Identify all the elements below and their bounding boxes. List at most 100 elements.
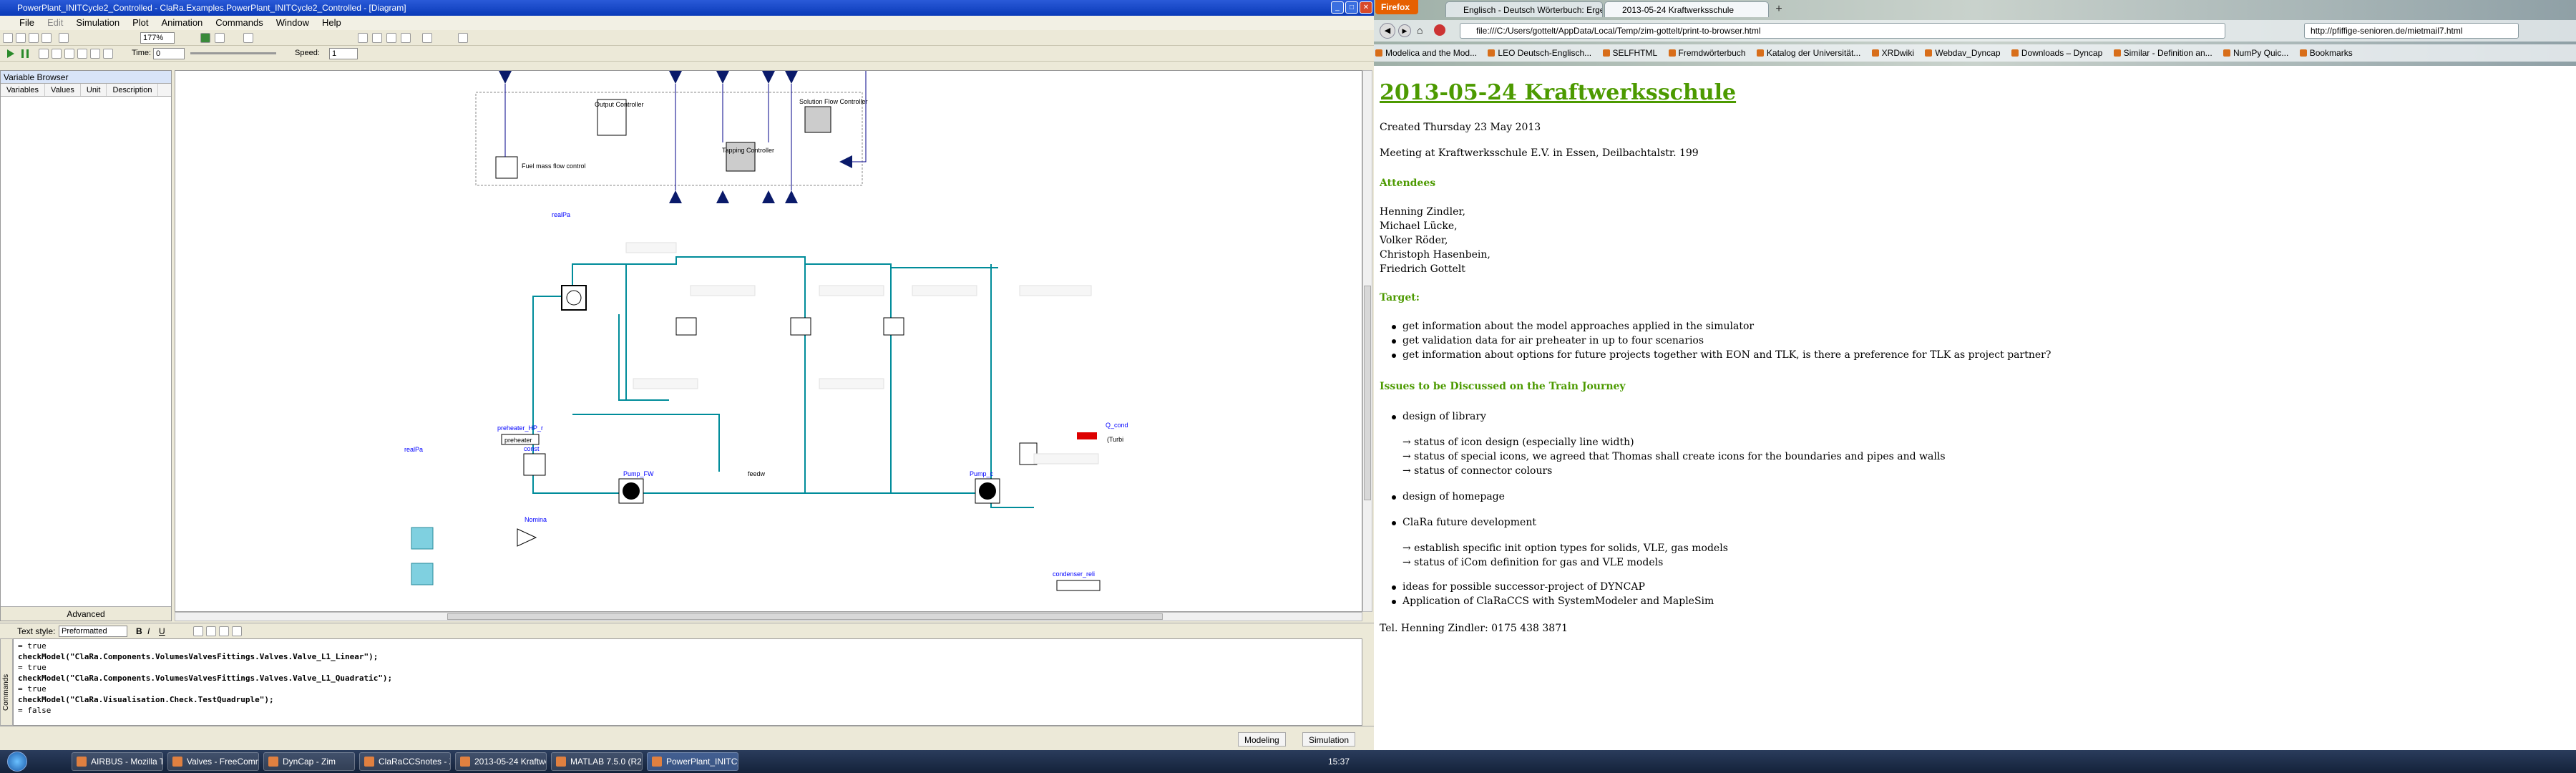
new-icon[interactable] (3, 33, 13, 43)
rectangle-icon[interactable] (358, 33, 368, 43)
menu-edit[interactable]: Edit (41, 16, 69, 30)
commands-panel-tab[interactable]: Commands (0, 638, 13, 726)
taskbar-item[interactable]: 2013-05-24 Kraftwerk... (455, 752, 547, 771)
tab-kraftwerksschule[interactable]: 2013-05-24 Kraftwerksschule (1604, 1, 1769, 17)
signal-triangle-10 (839, 155, 852, 168)
pause-icon[interactable] (21, 49, 29, 58)
step-forward-icon[interactable] (77, 49, 87, 59)
bookmark-item[interactable]: Similar - Definition an... (2112, 44, 2220, 62)
bold-button[interactable]: B (136, 623, 142, 639)
advanced-button[interactable]: Advanced (1, 606, 171, 621)
menu-file[interactable]: File (13, 16, 41, 30)
url-bar[interactable]: file:///C:/Users/gottelt/AppData/Local/T… (1460, 23, 2225, 39)
back-icon[interactable]: ◀ (1380, 23, 1395, 39)
col-unit[interactable]: Unit (81, 84, 107, 96)
play-icon[interactable] (7, 49, 14, 58)
menu-help[interactable]: Help (316, 16, 348, 30)
bookmark-item[interactable]: SELFHTML (1601, 44, 1665, 62)
simulate-icon[interactable] (215, 33, 225, 43)
label-feedw: feedw (748, 470, 766, 477)
taskbar-item[interactable]: PowerPlant_INITCyc... (647, 752, 738, 771)
time-input[interactable]: 0 (153, 48, 185, 59)
speed-input[interactable]: 1 (329, 48, 358, 59)
log-line: = true (18, 641, 47, 651)
stop-icon[interactable] (243, 33, 253, 43)
bookmark-item[interactable]: Bookmarks (2298, 44, 2360, 62)
bookmark-item[interactable]: Katalog der Universität... (1755, 44, 1868, 62)
back-icon[interactable] (52, 49, 62, 59)
col-variables[interactable]: Variables (1, 84, 46, 96)
menu-animation[interactable]: Animation (155, 16, 209, 30)
step-back-icon[interactable] (64, 49, 74, 59)
bookmark-item[interactable]: Downloads – Dyncap (2010, 44, 2109, 62)
close-button[interactable]: ✕ (1360, 1, 1372, 14)
align-left-icon[interactable] (193, 626, 203, 636)
page-title[interactable]: 2013-05-24 Kraftwerksschule (1380, 80, 1736, 105)
start-button[interactable] (7, 752, 27, 772)
modeling-mode-button[interactable]: Modeling (1238, 732, 1286, 747)
menu-plot[interactable]: Plot (126, 16, 155, 30)
rewind-icon[interactable] (39, 49, 49, 59)
underline-button[interactable]: U (159, 623, 165, 639)
check-icon[interactable] (200, 33, 210, 43)
new-tab-icon[interactable]: + (1772, 3, 1786, 16)
bookmark-item[interactable]: Modelica and the Mod... (1374, 44, 1484, 62)
diagram-canvas[interactable]: Output Controller Solution Flow Controll… (175, 70, 1362, 612)
simulation-mode-button[interactable]: Simulation (1302, 732, 1356, 747)
text-style-select[interactable]: Preformatted (59, 626, 127, 637)
polygon-icon[interactable] (386, 33, 396, 43)
horizontal-scrollbar[interactable] (175, 612, 1362, 621)
issue-item: ClaRa future development (1392, 517, 1536, 528)
save-icon[interactable] (29, 33, 39, 43)
align-right-icon[interactable] (219, 626, 229, 636)
zoom-select[interactable]: 177% (140, 32, 175, 44)
home-icon[interactable]: ⌂ (1417, 24, 1423, 36)
taskbar-item[interactable]: ClaRaCCSnotes - Zim (359, 752, 451, 771)
bookmark-item[interactable]: NumPy Quic... (2222, 44, 2296, 62)
time-slider[interactable] (190, 52, 276, 54)
minimize-button[interactable]: _ (1331, 1, 1344, 14)
col-description[interactable]: Description (107, 84, 159, 96)
vertical-scrollbar[interactable] (1362, 70, 1372, 612)
forward-icon[interactable]: ▶ (1398, 24, 1411, 37)
firefox-menu-button[interactable]: Firefox (1375, 0, 1418, 14)
page-content: 2013-05-24 Kraftwerksschule Created Thur… (1374, 66, 2576, 750)
align-center-icon[interactable] (206, 626, 216, 636)
taskbar-item[interactable]: MATLAB 7.5.0 (R200... (551, 752, 643, 771)
align-justify-icon[interactable] (232, 626, 242, 636)
taskbar-item[interactable]: Valves - FreeComma... (167, 752, 259, 771)
bookmark-item[interactable]: LEO Deutsch-Englisch... (1486, 44, 1599, 62)
mode-bar: Modeling Simulation (0, 726, 1374, 750)
tab-dictionary[interactable]: Englisch - Deutsch Wörterbuch: Erge... (1445, 1, 1603, 17)
taskbar-item[interactable]: AIRBUS - Mozilla Th... (72, 752, 163, 771)
turbine-2 (790, 317, 811, 336)
menu-simulation[interactable]: Simulation (69, 16, 126, 30)
grid-icon[interactable] (401, 33, 411, 43)
maximize-button[interactable]: □ (1345, 1, 1358, 14)
color-icon[interactable] (458, 33, 468, 43)
system-clock[interactable]: 15:37 (1328, 750, 1350, 773)
menu-window[interactable]: Window (270, 16, 316, 30)
zoom-icon[interactable] (59, 33, 69, 43)
menu-commands[interactable]: Commands (209, 16, 269, 30)
col-values[interactable]: Values (45, 84, 81, 96)
log-line: checkModel("ClaRa.Visualisation.Check.Te… (18, 695, 274, 704)
print-icon[interactable] (42, 33, 52, 43)
dymola-title-bar: PowerPlant_INITCycle2_Controlled - ClaRa… (0, 0, 1374, 16)
bookmark-item[interactable]: XRDwiki (1870, 44, 1921, 62)
stop-icon[interactable] (1434, 24, 1445, 36)
open-icon[interactable] (16, 33, 26, 43)
controller-frame (475, 92, 863, 186)
text-icon[interactable] (422, 33, 432, 43)
signal-triangle-6 (669, 190, 682, 203)
italic-button[interactable]: I (147, 623, 150, 639)
end-icon[interactable] (103, 49, 113, 59)
ellipse-icon[interactable] (372, 33, 382, 43)
issues-heading: Issues to be Discussed on the Train Jour… (1380, 381, 1626, 392)
label-nominal: Nomina (525, 516, 547, 523)
bookmark-item[interactable]: Fremdwörterbuch (1667, 44, 1753, 62)
bookmark-item[interactable]: Webdav_Dyncap (1923, 44, 2007, 62)
search-box[interactable]: http://pfiffige-senioren.de/mietmail7.ht… (2304, 23, 2519, 39)
forward-icon[interactable] (90, 49, 100, 59)
taskbar-item[interactable]: DynCap - Zim (263, 752, 355, 771)
